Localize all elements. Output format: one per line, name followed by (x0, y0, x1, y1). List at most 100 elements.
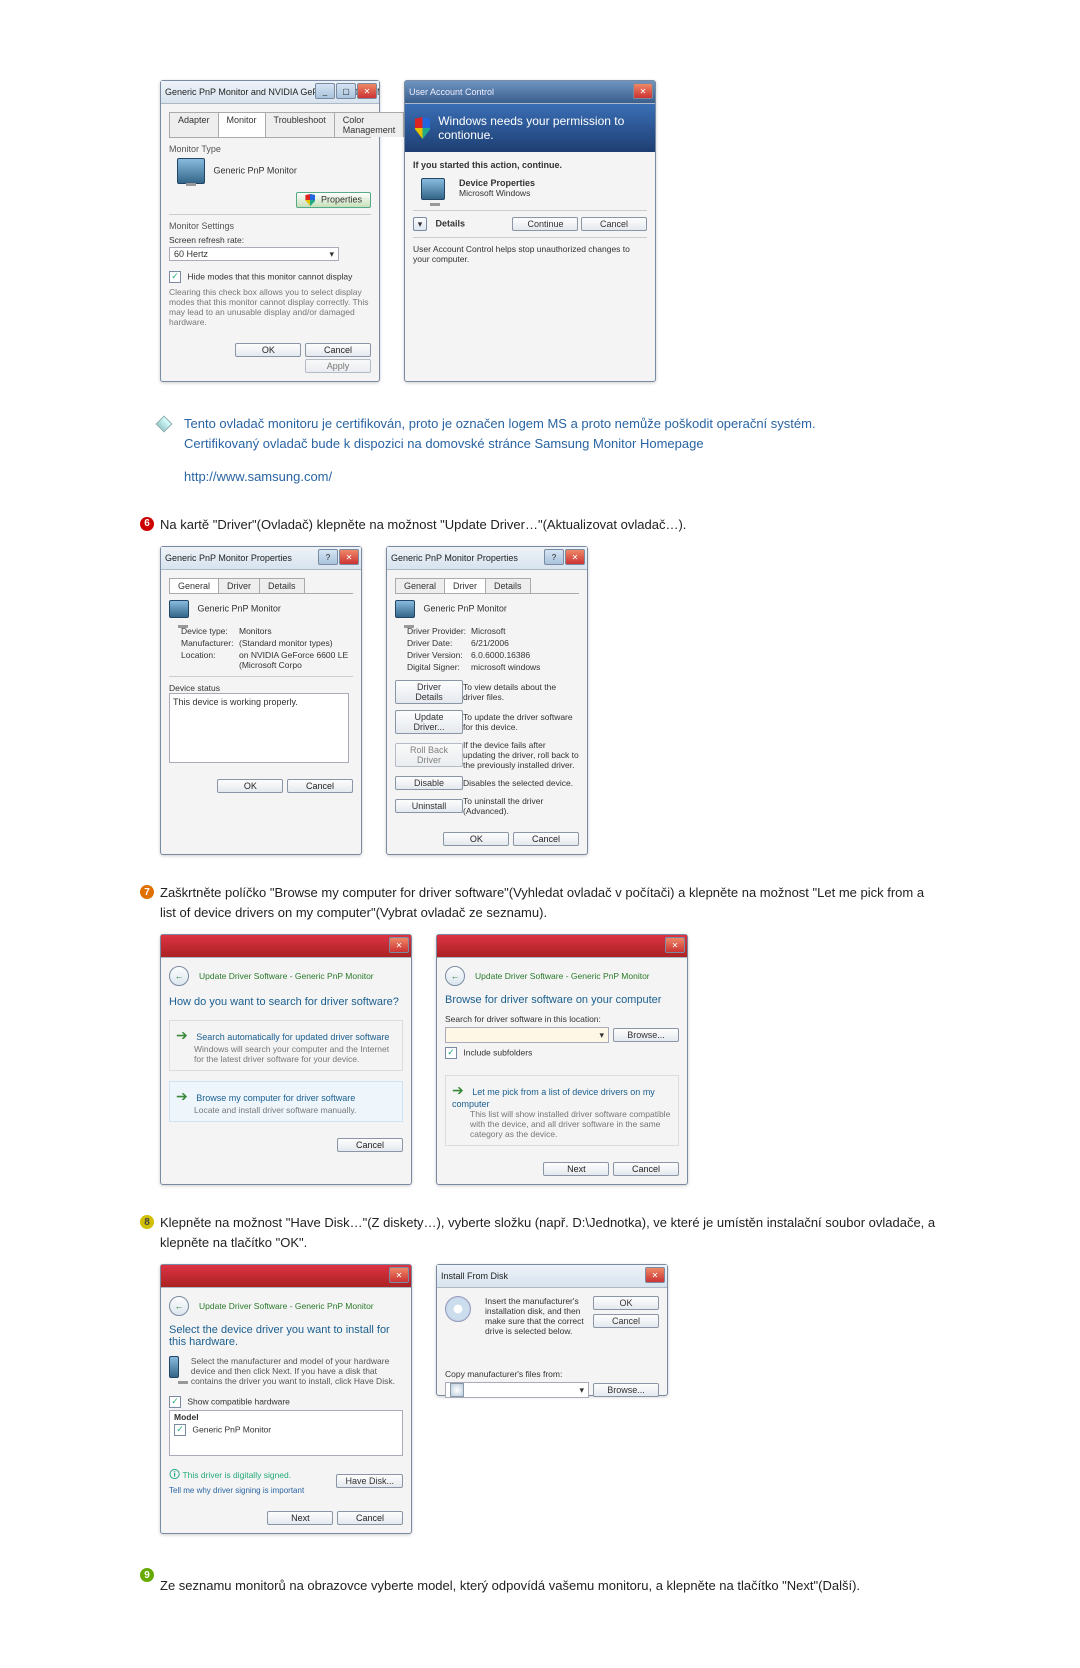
help-icon[interactable]: ? (544, 549, 564, 565)
why-signing-link[interactable]: Tell me why driver signing is important (169, 1486, 304, 1495)
close-icon[interactable]: ✕ (339, 549, 359, 565)
browse-button[interactable]: Browse... (593, 1383, 659, 1397)
disable-button[interactable]: Disable (395, 776, 463, 790)
rollback-button[interactable]: Roll Back Driver (395, 743, 463, 767)
continue-button[interactable]: Continue (512, 217, 578, 231)
option-heading: Let me pick from a list of device driver… (452, 1087, 655, 1109)
samsung-link[interactable]: http://www.samsung.com/ (184, 469, 332, 484)
desc: To view details about the driver files. (463, 682, 579, 702)
close-icon[interactable]: ✕ (633, 83, 653, 99)
option-auto[interactable]: ➔ Search automatically for updated drive… (169, 1020, 403, 1071)
tab-general[interactable]: General (169, 578, 219, 593)
step8-text: Klepněte na možnost "Have Disk…"(Z diske… (160, 1213, 940, 1252)
dialog-title: Install From Disk (437, 1265, 667, 1288)
tab-details[interactable]: Details (259, 578, 305, 593)
browse-button[interactable]: Browse... (613, 1028, 679, 1042)
close-icon[interactable]: ✕ (645, 1267, 665, 1283)
dialog-title: User Account Control (405, 81, 655, 104)
cancel-button[interactable]: Cancel (593, 1314, 659, 1328)
desc: To update the driver software for this d… (463, 712, 579, 732)
back-icon[interactable]: ← (169, 966, 189, 986)
step9-badge: 9 (140, 1568, 154, 1582)
desc: Select the manufacturer and model of you… (191, 1356, 403, 1386)
minimize-icon[interactable]: _ (315, 83, 335, 99)
chevron-down-icon[interactable]: ▾ (579, 1385, 584, 1396)
model-row[interactable]: Generic PnP Monitor (192, 1424, 271, 1434)
ok-button[interactable]: OK (593, 1296, 659, 1310)
desc: Disables the selected device. (463, 778, 579, 788)
wizard-title: Update Driver Software - Generic PnP Mon… (199, 971, 374, 981)
model-row-checkbox[interactable] (174, 1424, 186, 1436)
back-icon[interactable]: ← (445, 966, 465, 986)
ok-button[interactable]: OK (443, 832, 509, 846)
option-heading: Browse my computer for driver software (196, 1093, 355, 1103)
details-toggle[interactable]: Details (436, 219, 466, 229)
desc: To uninstall the driver (Advanced). (463, 796, 579, 816)
cancel-button[interactable]: Cancel (337, 1138, 403, 1152)
hide-modes-checkbox[interactable] (169, 271, 181, 283)
uac-item-title: Device Properties (459, 178, 535, 188)
ok-button[interactable]: OK (235, 343, 301, 357)
section-monitor-type: Monitor Type (169, 144, 371, 154)
tab-troubleshoot[interactable]: Troubleshoot (265, 112, 335, 137)
value: Microsoft (471, 626, 579, 636)
tab-driver[interactable]: Driver (444, 578, 486, 593)
tab-color[interactable]: Color Management (334, 112, 405, 137)
tab-monitor[interactable]: Monitor (218, 112, 266, 137)
uninstall-button[interactable]: Uninstall (395, 799, 463, 813)
option-desc: Windows will search your computer and th… (194, 1044, 396, 1064)
cancel-button[interactable]: Cancel (287, 779, 353, 793)
tab-general[interactable]: General (395, 578, 445, 593)
arrow-icon: ➔ (176, 1088, 188, 1104)
have-disk-button[interactable]: Have Disk... (336, 1474, 403, 1488)
step7-text: Zaškrtněte políčko "Browse my computer f… (160, 883, 940, 922)
cancel-button[interactable]: Cancel (513, 832, 579, 846)
properties-label: Properties (321, 194, 362, 204)
option-browse[interactable]: ➔ Browse my computer for driver software… (169, 1081, 403, 1122)
value: (Standard monitor types) (239, 638, 353, 648)
disc-icon (445, 1296, 471, 1322)
close-icon[interactable]: ✕ (389, 1267, 409, 1283)
show-compat-checkbox[interactable] (169, 1396, 181, 1408)
close-icon[interactable]: ✕ (665, 937, 685, 953)
option-pick[interactable]: ➔ Let me pick from a list of device driv… (445, 1075, 679, 1146)
next-button[interactable]: Next (267, 1511, 333, 1525)
close-icon[interactable]: ✕ (565, 549, 585, 565)
tab-driver[interactable]: Driver (218, 578, 260, 593)
step8-badge: 8 (140, 1215, 154, 1229)
cancel-button[interactable]: Cancel (337, 1511, 403, 1525)
chevron-down-icon[interactable]: ▾ (413, 217, 427, 231)
cancel-button[interactable]: Cancel (581, 217, 647, 231)
install-from-disk-dialog: Install From Disk ✕ Insert the manufactu… (436, 1264, 668, 1396)
label: Driver Date: (407, 638, 471, 648)
cancel-button[interactable]: Cancel (305, 343, 371, 357)
back-icon[interactable]: ← (169, 1296, 189, 1316)
wizard-title: Update Driver Software - Generic PnP Mon… (199, 1301, 374, 1311)
close-icon[interactable]: ✕ (357, 83, 377, 99)
device-name: Generic PnP Monitor (424, 603, 507, 613)
value: 6/21/2006 (471, 638, 579, 648)
copy-from-label: Copy manufacturer's files from: (445, 1369, 659, 1379)
help-icon[interactable]: ? (318, 549, 338, 565)
device-status-label: Device status (169, 676, 353, 693)
tab-adapter[interactable]: Adapter (169, 112, 219, 137)
properties-button[interactable]: Properties (296, 192, 371, 208)
next-button[interactable]: Next (543, 1162, 609, 1176)
label: Device type: (181, 626, 239, 636)
driver-details-button[interactable]: Driver Details (395, 680, 463, 704)
pnp-properties-driver: Generic PnP Monitor Properties ? ✕ Gener… (386, 546, 588, 855)
cancel-button[interactable]: Cancel (613, 1162, 679, 1176)
value: Monitors (239, 626, 353, 636)
desc: If the device fails after updating the d… (463, 740, 579, 770)
close-icon[interactable]: ✕ (389, 937, 409, 953)
include-subfolders-checkbox[interactable] (445, 1047, 457, 1059)
ok-button[interactable]: OK (217, 779, 283, 793)
apply-button[interactable]: Apply (305, 359, 371, 373)
maximize-icon[interactable]: ▢ (336, 83, 356, 99)
refresh-rate-select[interactable]: 60 Hertz ▾ (169, 247, 339, 261)
update-driver-button[interactable]: Update Driver... (395, 710, 463, 734)
shield-icon (305, 194, 315, 206)
label: Manufacturer: (181, 638, 239, 648)
tab-details[interactable]: Details (485, 578, 531, 593)
location-field[interactable]: ▾ (445, 1027, 609, 1043)
